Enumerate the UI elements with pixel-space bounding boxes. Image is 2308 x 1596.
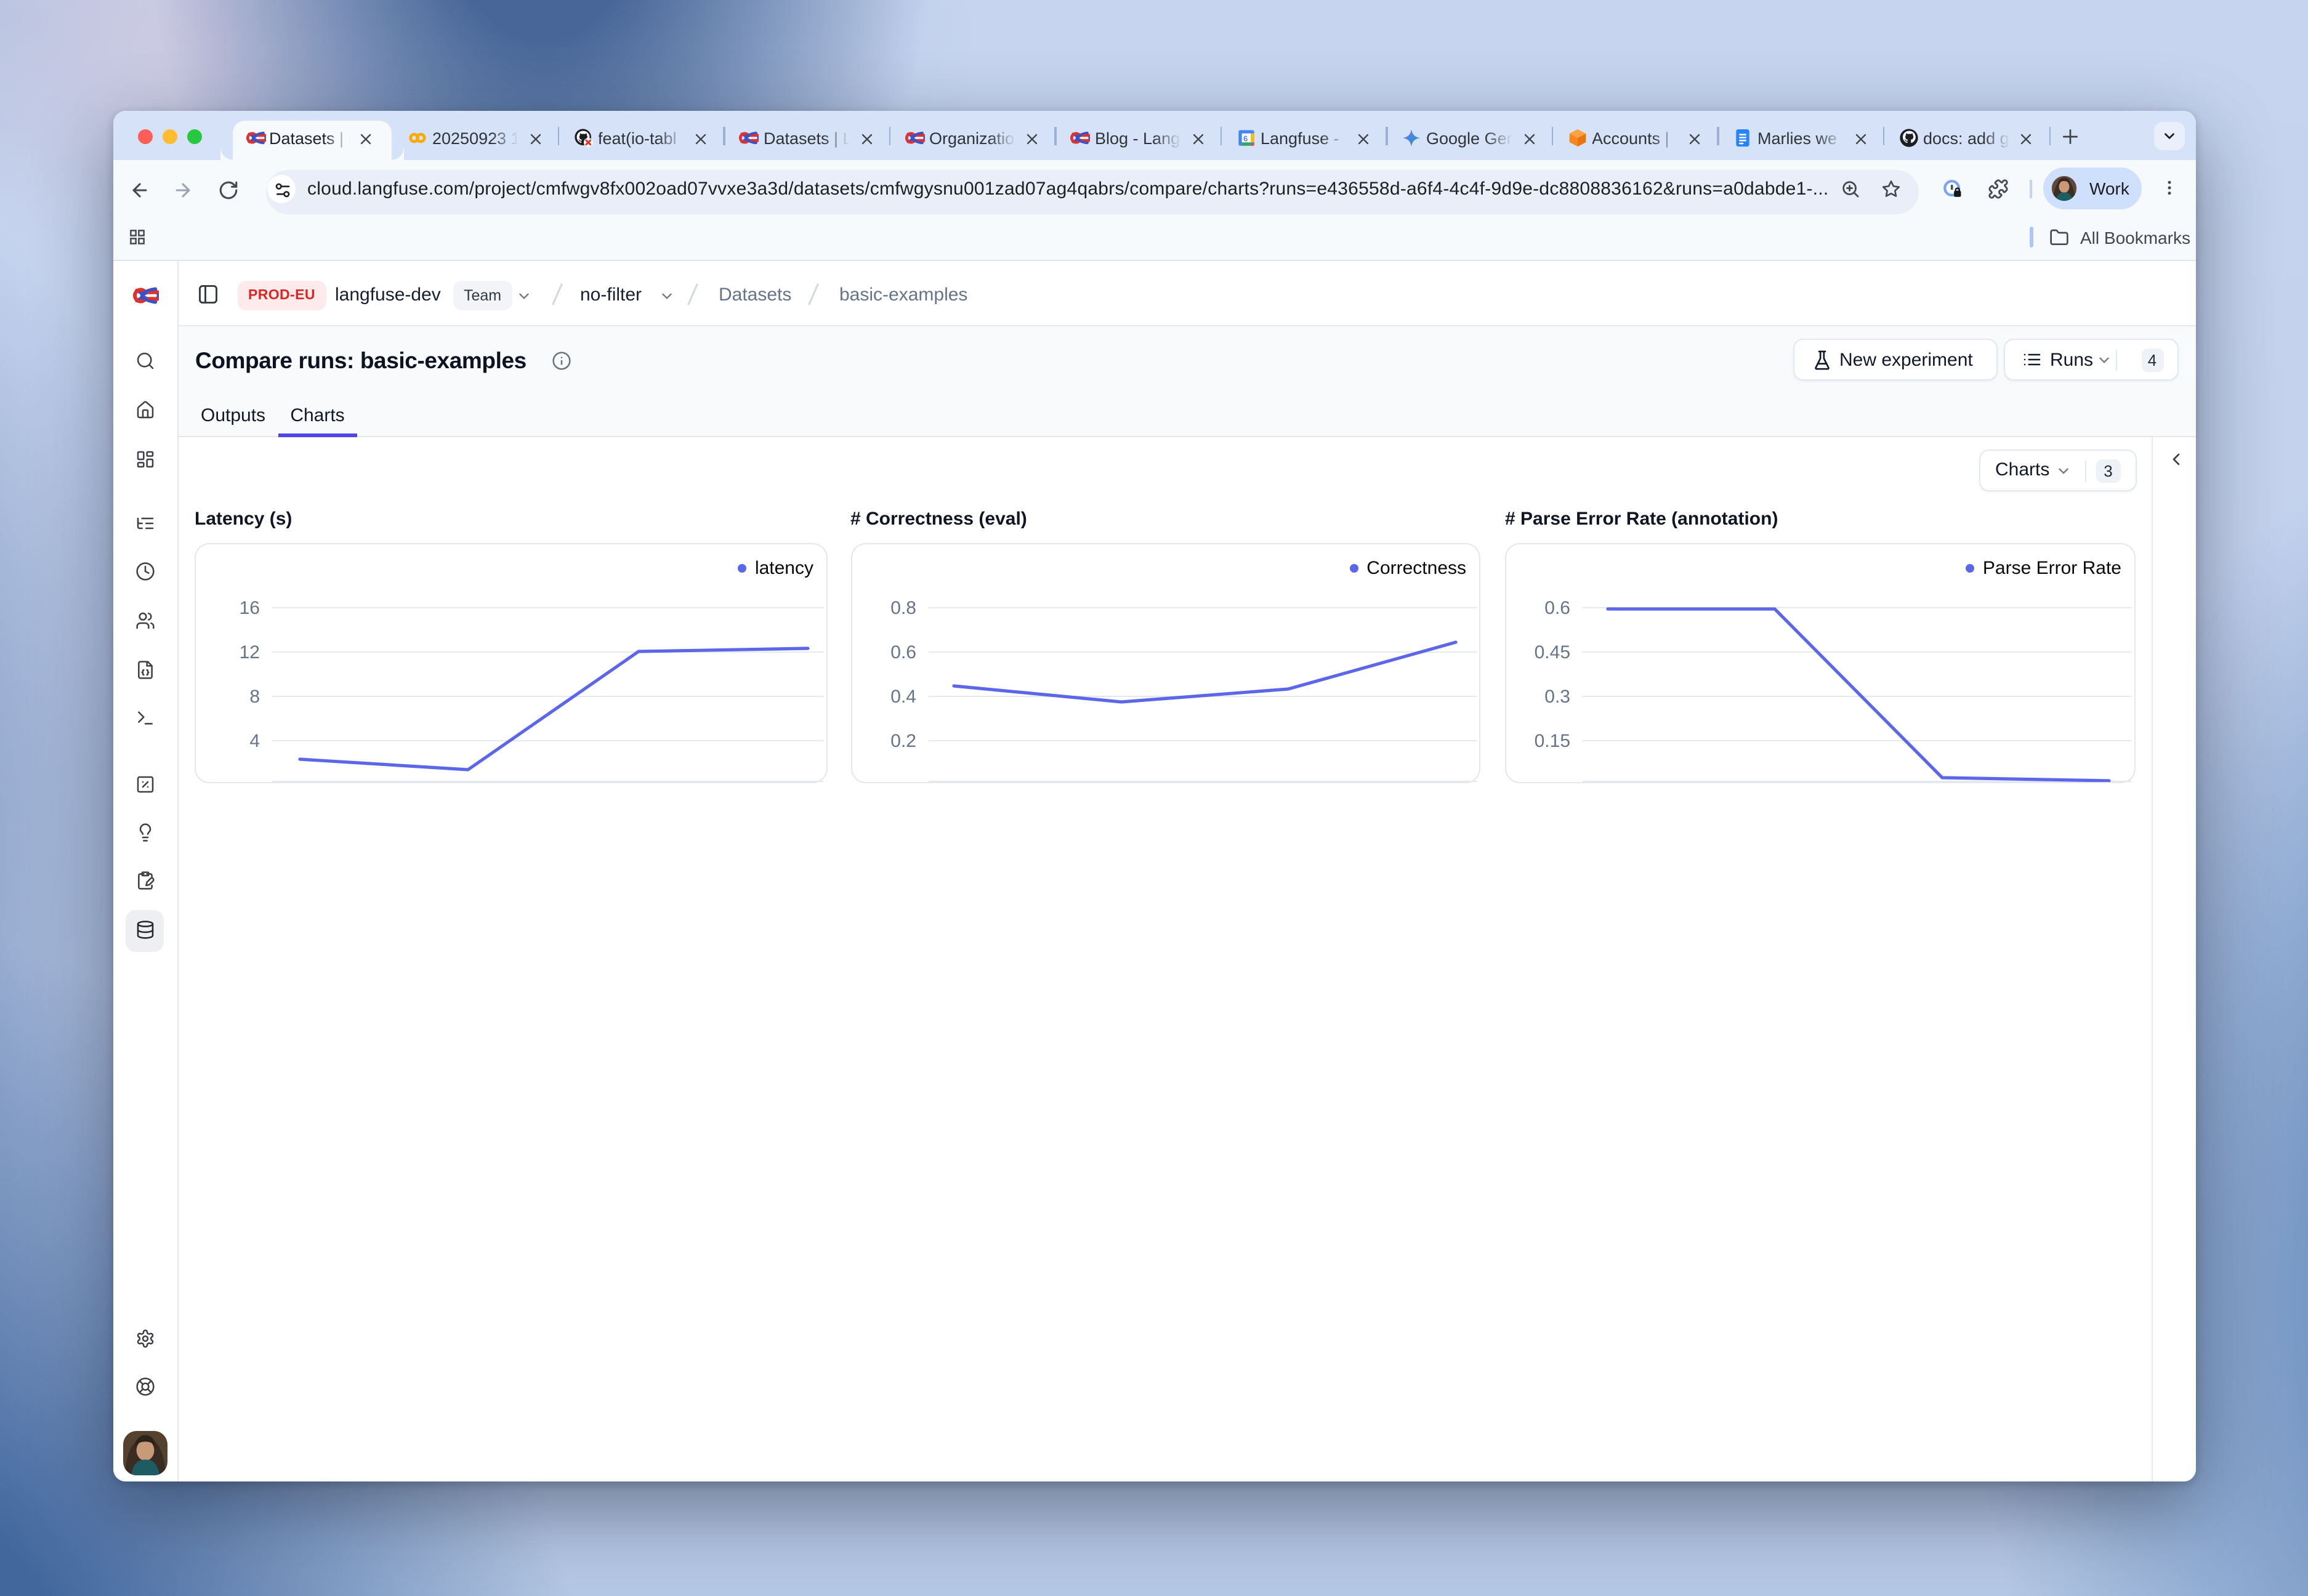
svg-text:0.3: 0.3: [1544, 686, 1570, 706]
svg-text:0.8: 0.8: [890, 597, 916, 618]
svg-text:6: 6: [1243, 134, 1247, 143]
svg-text:0.4: 0.4: [890, 686, 916, 706]
svg-text:16: 16: [240, 597, 260, 618]
svg-text:0.2: 0.2: [890, 730, 916, 751]
svg-text:8: 8: [249, 686, 260, 706]
svg-text:0.6: 0.6: [1544, 597, 1570, 618]
svg-text:12: 12: [240, 642, 260, 662]
svg-text:4: 4: [249, 730, 260, 751]
svg-text:0.15: 0.15: [1535, 730, 1570, 751]
svg-text:0.45: 0.45: [1535, 642, 1570, 662]
svg-text:0.6: 0.6: [890, 642, 916, 662]
